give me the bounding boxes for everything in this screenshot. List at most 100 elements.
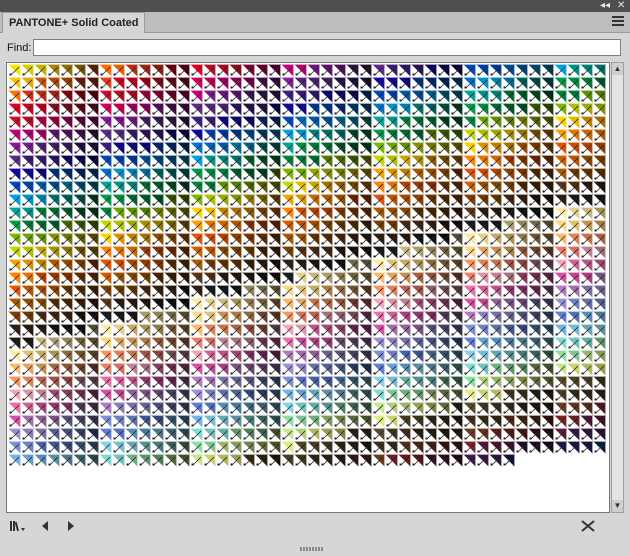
pantone-swatch[interactable] xyxy=(125,454,138,467)
pantone-swatch[interactable] xyxy=(515,298,528,311)
pantone-swatch[interactable] xyxy=(593,142,606,155)
pantone-swatch[interactable] xyxy=(151,441,164,454)
pantone-swatch[interactable] xyxy=(567,337,580,350)
pantone-swatch[interactable] xyxy=(372,64,385,77)
pantone-swatch[interactable] xyxy=(411,155,424,168)
pantone-swatch[interactable] xyxy=(294,272,307,285)
pantone-swatch[interactable] xyxy=(177,129,190,142)
pantone-swatch[interactable] xyxy=(424,194,437,207)
pantone-swatch[interactable] xyxy=(346,337,359,350)
pantone-swatch[interactable] xyxy=(86,155,99,168)
pantone-swatch[interactable] xyxy=(346,129,359,142)
pantone-swatch[interactable] xyxy=(437,207,450,220)
pantone-swatch[interactable] xyxy=(580,285,593,298)
pantone-swatch[interactable] xyxy=(528,142,541,155)
pantone-swatch[interactable] xyxy=(34,103,47,116)
pantone-swatch[interactable] xyxy=(476,155,489,168)
pantone-swatch[interactable] xyxy=(515,64,528,77)
pantone-swatch[interactable] xyxy=(60,376,73,389)
pantone-swatch[interactable] xyxy=(463,181,476,194)
pantone-swatch[interactable] xyxy=(580,194,593,207)
pantone-swatch[interactable] xyxy=(463,207,476,220)
pantone-swatch[interactable] xyxy=(359,233,372,246)
pantone-swatch[interactable] xyxy=(554,389,567,402)
pantone-swatch[interactable] xyxy=(138,129,151,142)
pantone-swatch[interactable] xyxy=(489,194,502,207)
pantone-swatch[interactable] xyxy=(177,428,190,441)
pantone-swatch[interactable] xyxy=(216,285,229,298)
pantone-swatch[interactable] xyxy=(424,389,437,402)
pantone-swatch[interactable] xyxy=(385,220,398,233)
pantone-swatch[interactable] xyxy=(294,298,307,311)
pantone-swatch[interactable] xyxy=(333,116,346,129)
pantone-swatch[interactable] xyxy=(47,428,60,441)
pantone-swatch[interactable] xyxy=(203,415,216,428)
pantone-swatch[interactable] xyxy=(190,389,203,402)
pantone-swatch[interactable] xyxy=(515,116,528,129)
pantone-swatch[interactable] xyxy=(307,363,320,376)
pantone-swatch[interactable] xyxy=(346,168,359,181)
pantone-swatch[interactable] xyxy=(502,402,515,415)
pantone-swatch[interactable] xyxy=(112,220,125,233)
pantone-swatch[interactable] xyxy=(424,350,437,363)
pantone-swatch[interactable] xyxy=(281,402,294,415)
pantone-swatch[interactable] xyxy=(476,376,489,389)
pantone-swatch[interactable] xyxy=(424,64,437,77)
pantone-swatch[interactable] xyxy=(515,220,528,233)
pantone-swatch[interactable] xyxy=(138,363,151,376)
pantone-swatch[interactable] xyxy=(372,298,385,311)
pantone-swatch[interactable] xyxy=(60,155,73,168)
pantone-swatch[interactable] xyxy=(580,324,593,337)
pantone-swatch[interactable] xyxy=(268,129,281,142)
pantone-swatch[interactable] xyxy=(203,129,216,142)
pantone-swatch[interactable] xyxy=(268,220,281,233)
pantone-swatch[interactable] xyxy=(333,259,346,272)
pantone-swatch[interactable] xyxy=(424,311,437,324)
pantone-swatch[interactable] xyxy=(8,142,21,155)
pantone-swatch[interactable] xyxy=(554,220,567,233)
pantone-swatch[interactable] xyxy=(502,441,515,454)
pantone-swatch[interactable] xyxy=(424,363,437,376)
pantone-swatch[interactable] xyxy=(554,337,567,350)
pantone-swatch[interactable] xyxy=(47,129,60,142)
pantone-swatch[interactable] xyxy=(502,298,515,311)
pantone-swatch[interactable] xyxy=(528,77,541,90)
pantone-swatch[interactable] xyxy=(242,259,255,272)
pantone-swatch[interactable] xyxy=(359,168,372,181)
pantone-swatch[interactable] xyxy=(281,168,294,181)
pantone-swatch[interactable] xyxy=(554,181,567,194)
pantone-swatch[interactable] xyxy=(307,376,320,389)
pantone-swatch[interactable] xyxy=(47,220,60,233)
pantone-swatch[interactable] xyxy=(489,155,502,168)
pantone-swatch[interactable] xyxy=(424,103,437,116)
pantone-swatch[interactable] xyxy=(125,155,138,168)
pantone-swatch[interactable] xyxy=(372,116,385,129)
pantone-swatch[interactable] xyxy=(242,324,255,337)
pantone-swatch[interactable] xyxy=(34,168,47,181)
pantone-swatch[interactable] xyxy=(73,272,86,285)
pantone-swatch[interactable] xyxy=(125,246,138,259)
pantone-swatch[interactable] xyxy=(60,246,73,259)
pantone-swatch[interactable] xyxy=(294,376,307,389)
pantone-swatch[interactable] xyxy=(307,155,320,168)
pantone-swatch[interactable] xyxy=(164,415,177,428)
pantone-swatch[interactable] xyxy=(359,220,372,233)
pantone-swatch[interactable] xyxy=(242,350,255,363)
pantone-swatch[interactable] xyxy=(320,259,333,272)
pantone-swatch[interactable] xyxy=(580,363,593,376)
pantone-swatch[interactable] xyxy=(450,389,463,402)
pantone-swatch[interactable] xyxy=(229,77,242,90)
pantone-swatch[interactable] xyxy=(593,337,606,350)
pantone-swatch[interactable] xyxy=(229,389,242,402)
pantone-swatch[interactable] xyxy=(320,103,333,116)
pantone-swatch[interactable] xyxy=(567,285,580,298)
pantone-swatch[interactable] xyxy=(372,259,385,272)
pantone-swatch[interactable] xyxy=(567,194,580,207)
pantone-swatch[interactable] xyxy=(463,415,476,428)
pantone-swatch[interactable] xyxy=(203,454,216,467)
pantone-swatch[interactable] xyxy=(164,402,177,415)
pantone-swatch[interactable] xyxy=(138,207,151,220)
pantone-swatch[interactable] xyxy=(151,350,164,363)
pantone-swatch[interactable] xyxy=(229,324,242,337)
pantone-swatch[interactable] xyxy=(112,155,125,168)
